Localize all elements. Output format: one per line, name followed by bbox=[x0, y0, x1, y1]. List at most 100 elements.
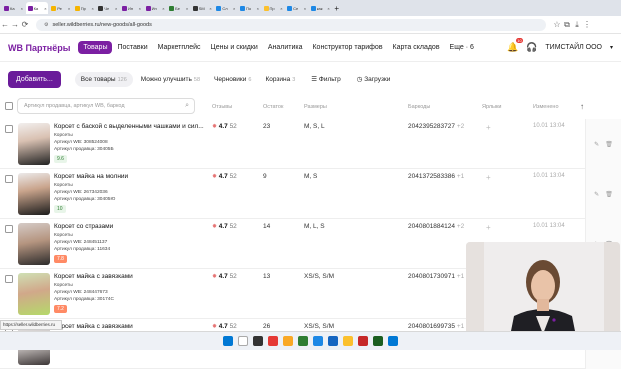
taskbar-app-icon[interactable] bbox=[373, 336, 383, 346]
search-input[interactable]: Артикул продавца, артикул WB, баркод ⌕ bbox=[17, 98, 195, 114]
table-row[interactable]: Корсет майка на молнии Корсеты Артикул WB:… bbox=[0, 169, 585, 219]
trash-icon[interactable]: 🗑 bbox=[605, 141, 613, 148]
nav-item[interactable]: Цены и скидки bbox=[206, 41, 263, 54]
taskbar-app-icon[interactable] bbox=[328, 336, 338, 346]
goods-tab[interactable]: Черновики 6 bbox=[208, 72, 257, 87]
taskbar-app-icon[interactable] bbox=[343, 336, 353, 346]
close-tab-icon[interactable]: × bbox=[91, 6, 93, 11]
nav-item[interactable]: Еще · 6 bbox=[445, 41, 479, 54]
trash-icon[interactable]: 🗑 bbox=[605, 191, 613, 198]
logo[interactable]: WB Партнёры bbox=[8, 43, 70, 53]
company-name[interactable]: ТИМСТАЙЛ ООО bbox=[545, 44, 602, 51]
close-tab-icon[interactable]: × bbox=[280, 6, 282, 11]
add-tag-icon[interactable]: + bbox=[486, 123, 491, 132]
browser-tab[interactable]: Се × bbox=[285, 2, 307, 14]
browser-tab[interactable]: Пр × bbox=[73, 2, 95, 14]
address-bar[interactable]: ⚙ seller.wildberries.ru/new-goods/all-go… bbox=[36, 18, 546, 31]
nav-item[interactable]: Товары bbox=[78, 41, 113, 54]
browser-tab[interactable]: Ка × bbox=[2, 2, 24, 14]
browser-tab[interactable]: Ин × bbox=[144, 2, 166, 14]
col-sizes[interactable]: Размеры bbox=[304, 104, 327, 110]
product-thumbnail[interactable] bbox=[18, 223, 50, 265]
product-thumbnail[interactable] bbox=[18, 173, 50, 215]
taskbar-app-icon[interactable] bbox=[298, 336, 308, 346]
barcode-more[interactable]: +1 bbox=[457, 173, 464, 180]
close-tab-icon[interactable]: × bbox=[327, 6, 329, 11]
reload-icon[interactable]: ⟳ bbox=[20, 20, 30, 29]
add-product-button[interactable]: Добавить... bbox=[8, 70, 61, 88]
col-tags[interactable]: Ярлыки bbox=[482, 104, 501, 110]
row-checkbox[interactable] bbox=[5, 125, 13, 133]
new-tab-icon[interactable]: + bbox=[334, 4, 339, 13]
close-tab-icon[interactable]: × bbox=[304, 6, 306, 11]
taskbar-app-icon[interactable] bbox=[268, 336, 278, 346]
taskbar-app-icon[interactable] bbox=[358, 336, 368, 346]
barcode-more[interactable]: +2 bbox=[457, 223, 464, 230]
row-checkbox[interactable] bbox=[5, 175, 13, 183]
taskbar-app-icon[interactable] bbox=[283, 336, 293, 346]
col-changed[interactable]: Изменено bbox=[533, 104, 559, 110]
close-tab-icon[interactable]: × bbox=[233, 6, 235, 11]
nav-item[interactable]: Маркетплейс bbox=[153, 41, 206, 54]
col-stock[interactable]: Остаток bbox=[263, 104, 283, 110]
select-all-checkbox[interactable] bbox=[5, 102, 13, 110]
row-checkbox[interactable] bbox=[5, 225, 13, 233]
product-thumbnail[interactable] bbox=[18, 123, 50, 165]
close-tab-icon[interactable]: × bbox=[162, 6, 164, 11]
browser-tab[interactable]: Пр × bbox=[262, 2, 284, 14]
browser-tab[interactable]: Ка × bbox=[25, 2, 48, 14]
nav-item[interactable]: Карта складов bbox=[388, 41, 445, 54]
support-icon[interactable]: 🎧 bbox=[526, 42, 537, 53]
close-tab-icon[interactable]: × bbox=[68, 6, 70, 11]
goods-tab[interactable]: Корзина 3 bbox=[259, 72, 301, 87]
browser-tab[interactable]: Бе × bbox=[167, 2, 189, 14]
back-icon[interactable]: ← bbox=[0, 20, 10, 29]
product-name[interactable]: Корсет майка на молнии bbox=[54, 173, 214, 180]
nav-item[interactable]: Поставки bbox=[112, 41, 152, 54]
add-tag-icon[interactable]: + bbox=[486, 173, 491, 182]
browser-tab[interactable]: SM × bbox=[191, 2, 213, 14]
nav-item[interactable]: Аналитика bbox=[263, 41, 308, 54]
download-icon[interactable]: ⤓ bbox=[572, 20, 582, 30]
product-thumbnail[interactable] bbox=[18, 273, 50, 315]
product-name[interactable]: Корсет со стразами bbox=[54, 223, 214, 230]
product-name[interactable]: Корсет майка с завязками bbox=[54, 323, 214, 330]
downloads-button[interactable]: ◷ Загрузки bbox=[351, 71, 397, 87]
browser-tab[interactable]: По × bbox=[238, 2, 260, 14]
barcode-more[interactable]: +2 bbox=[457, 123, 464, 130]
menu-icon[interactable]: ⋮ bbox=[582, 20, 592, 29]
site-info-icon[interactable]: ⚙ bbox=[44, 22, 48, 28]
close-tab-icon[interactable]: × bbox=[21, 6, 23, 11]
table-row[interactable]: Корсет с баской с выделенными чашками и … bbox=[0, 119, 585, 169]
close-tab-icon[interactable]: × bbox=[115, 6, 117, 11]
close-tab-icon[interactable]: × bbox=[186, 6, 188, 11]
add-tag-icon[interactable]: + bbox=[486, 223, 491, 232]
edit-icon[interactable]: ✎ bbox=[594, 141, 599, 148]
close-tab-icon[interactable]: × bbox=[209, 6, 211, 11]
close-tab-icon[interactable]: × bbox=[139, 6, 141, 11]
close-tab-icon[interactable]: × bbox=[257, 6, 259, 11]
product-name[interactable]: Корсет с баской с выделенными чашками и … bbox=[54, 123, 214, 130]
browser-tab[interactable]: Ре × bbox=[49, 2, 71, 14]
notifications-icon[interactable]: 🔔 10 bbox=[507, 38, 524, 53]
chevron-down-icon[interactable]: ▾ bbox=[610, 44, 613, 51]
taskbar-app-icon[interactable] bbox=[238, 336, 248, 346]
barcode-more[interactable]: +1 bbox=[457, 273, 464, 280]
nav-item[interactable]: Конструктор тарифов bbox=[307, 41, 387, 54]
col-barcodes[interactable]: Баркоды bbox=[408, 104, 430, 110]
taskbar-app-icon[interactable] bbox=[388, 336, 398, 346]
star-icon[interactable]: ☆ bbox=[552, 20, 562, 29]
close-tab-icon[interactable]: × bbox=[44, 6, 46, 11]
extensions-icon[interactable]: ⧉ bbox=[562, 20, 572, 30]
taskbar-app-icon[interactable] bbox=[223, 336, 233, 346]
browser-tab[interactable]: Ин × bbox=[120, 2, 142, 14]
edit-icon[interactable]: ✎ bbox=[594, 191, 599, 198]
row-checkbox[interactable] bbox=[5, 275, 13, 283]
product-name[interactable]: Корсет майка с завязками bbox=[54, 273, 214, 280]
goods-tab[interactable]: Можно улучшить 58 bbox=[135, 72, 206, 87]
forward-icon[interactable]: → bbox=[10, 20, 20, 29]
sort-up-icon[interactable]: ↑ bbox=[580, 102, 584, 111]
browser-tab[interactable]: Сл × bbox=[214, 2, 236, 14]
browser-tab[interactable]: Че × bbox=[96, 2, 118, 14]
col-reviews[interactable]: Отзывы bbox=[212, 104, 232, 110]
